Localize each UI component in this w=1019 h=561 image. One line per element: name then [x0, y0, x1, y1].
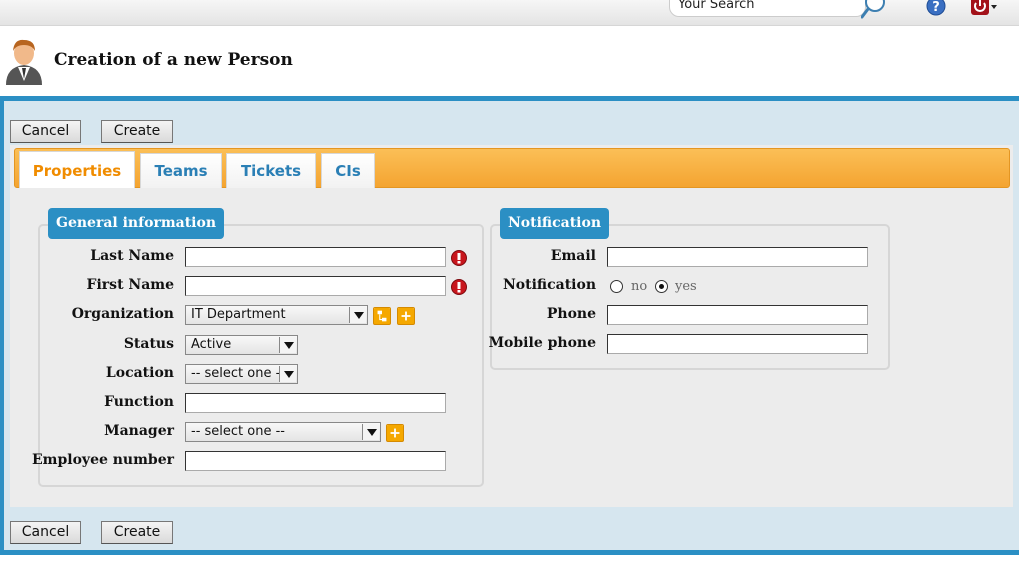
notification-label: Notification — [503, 277, 596, 293]
notification-option-yes: yes — [675, 279, 697, 294]
first-name-label: First Name — [86, 277, 174, 293]
employee-number-label: Employee number — [32, 452, 174, 468]
notification-radio-yes[interactable] — [655, 280, 668, 293]
general-information-legend: General information — [48, 208, 225, 239]
first-name-field[interactable] — [185, 276, 446, 296]
email-field[interactable] — [607, 247, 868, 267]
mobile-phone-label: Mobile phone — [488, 335, 596, 351]
cancel-button-top[interactable]: Cancel — [10, 120, 81, 143]
person-avatar-icon — [6, 39, 42, 85]
mandatory-icon — [451, 250, 467, 266]
status-label: Status — [123, 336, 174, 352]
phone-label: Phone — [546, 306, 596, 322]
page-header: Creation of a new Person — [0, 26, 1019, 96]
organization-label: Organization — [71, 306, 174, 322]
status-value: Active — [191, 337, 232, 352]
power-icon[interactable] — [970, 0, 1000, 16]
search-placeholder: Your Search — [678, 0, 755, 12]
page-title: Creation of a new Person — [54, 50, 293, 70]
chevron-down-icon — [279, 337, 296, 353]
tab-teams[interactable]: Teams — [140, 153, 222, 188]
manager-value: -- select one -- — [191, 424, 285, 439]
hierarchy-icon[interactable] — [373, 307, 391, 325]
chevron-down-icon — [349, 307, 366, 323]
location-value: -- select one -- — [191, 366, 285, 381]
help-icon[interactable]: ? — [926, 0, 946, 16]
chevron-down-icon — [279, 366, 296, 382]
notification-legend: Notification — [500, 208, 609, 239]
last-name-field[interactable] — [185, 247, 446, 267]
top-bar: Your Search ? — [0, 0, 1019, 26]
svg-text:?: ? — [932, 0, 940, 15]
organization-select[interactable]: IT Department — [185, 305, 368, 325]
organization-value: IT Department — [191, 307, 286, 322]
mandatory-icon — [451, 279, 467, 295]
search-icon[interactable] — [861, 0, 887, 20]
tab-cis[interactable]: CIs — [321, 153, 375, 188]
function-label: Function — [104, 394, 174, 410]
tab-properties[interactable]: Properties — [19, 151, 135, 188]
create-button-bottom[interactable]: Create — [101, 521, 173, 544]
add-icon[interactable] — [386, 424, 404, 442]
notification-radio-no[interactable] — [610, 280, 623, 293]
phone-field[interactable] — [607, 305, 868, 325]
notification-option-no: no — [631, 279, 648, 294]
mobile-phone-field[interactable] — [607, 334, 868, 354]
chevron-down-icon — [362, 424, 379, 440]
cancel-button-bottom[interactable]: Cancel — [10, 521, 81, 544]
create-button-top[interactable]: Create — [101, 120, 173, 143]
last-name-label: Last Name — [90, 248, 174, 264]
employee-number-field[interactable] — [185, 451, 446, 471]
status-select[interactable]: Active — [185, 335, 298, 355]
function-field[interactable] — [185, 393, 446, 413]
manager-label: Manager — [104, 423, 174, 439]
location-select[interactable]: -- select one -- — [185, 364, 298, 384]
location-label: Location — [105, 365, 174, 381]
add-icon[interactable] — [397, 307, 415, 325]
search-input[interactable]: Your Search — [669, 0, 866, 17]
tab-tickets[interactable]: Tickets — [226, 153, 316, 188]
email-label: Email — [550, 248, 596, 264]
manager-select[interactable]: -- select one -- — [185, 422, 381, 442]
